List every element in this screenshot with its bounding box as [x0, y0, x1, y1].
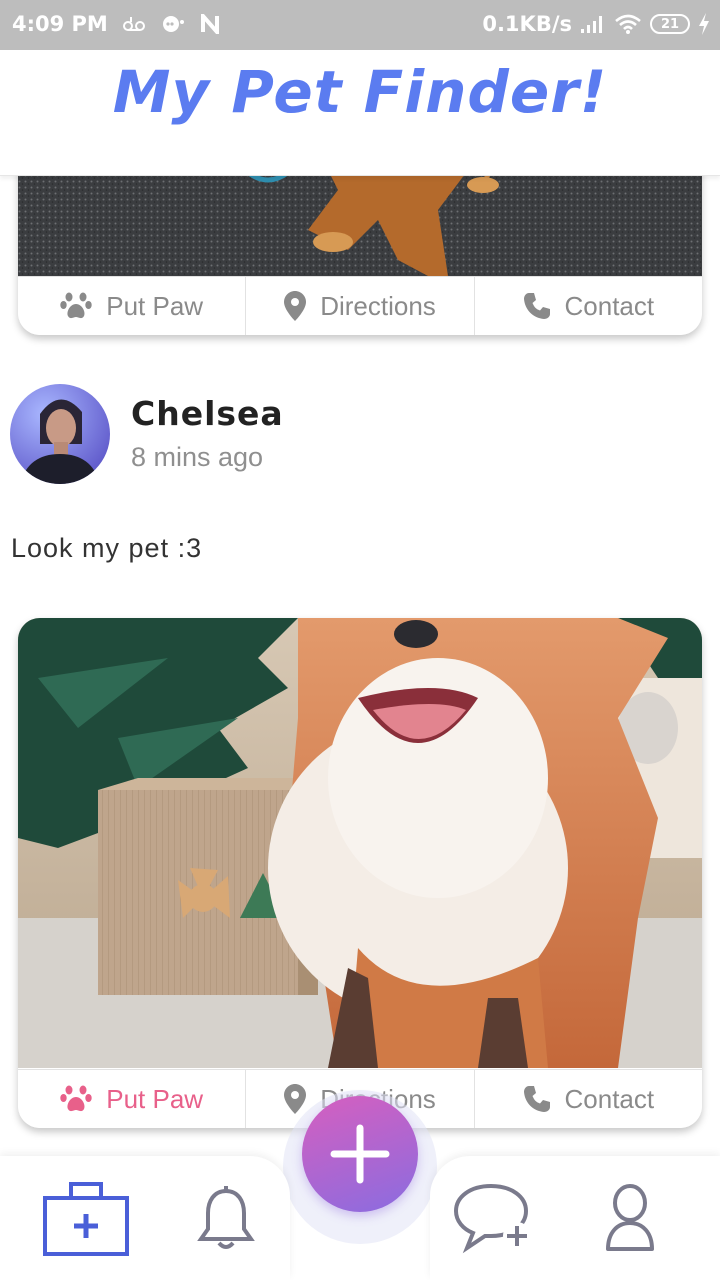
net-speed: 0.1KB/s — [482, 12, 572, 36]
bottom-nav-right — [430, 1156, 720, 1280]
profile-icon — [606, 1184, 654, 1251]
battery-level: 21 — [660, 16, 680, 32]
battery-icon: 21 — [650, 14, 690, 34]
put-paw-label: Put Paw — [106, 290, 204, 321]
voicemail-icon — [122, 15, 146, 33]
n-notification-icon — [200, 14, 220, 34]
wifi-icon — [614, 13, 642, 35]
app-title: My Pet Finder! — [112, 58, 608, 126]
paw-icon — [60, 1085, 92, 1112]
phone-icon — [523, 293, 550, 319]
app-screen: 4:09 PM 0.1KB/s 21 My Pet Finder! Put Pa… — [0, 0, 720, 1280]
nav-profile-button[interactable] — [602, 1182, 658, 1254]
contact-button[interactable]: Contact — [473, 1070, 702, 1128]
author-name[interactable]: Chelsea — [131, 394, 284, 433]
nav-pets-button[interactable] — [42, 1180, 130, 1256]
chat-bubble-icon — [160, 14, 186, 34]
status-left: 4:09 PM — [12, 12, 220, 36]
status-time: 4:09 PM — [12, 12, 108, 36]
chat-plus-icon — [453, 1183, 531, 1254]
put-paw-button[interactable]: Put Paw — [18, 277, 245, 335]
contact-label: Contact — [564, 1083, 655, 1114]
post-text: Look my pet :3 — [11, 533, 203, 563]
status-right: 0.1KB/s 21 — [482, 12, 710, 36]
pet-card-previous: Put Paw Directions Contact — [18, 150, 702, 335]
fox-photo[interactable] — [18, 618, 702, 1068]
pet-card: Put Paw Directions Contact — [18, 618, 702, 1128]
phone-icon — [523, 1086, 550, 1112]
medical-kit-icon — [43, 1182, 129, 1256]
location-pin-icon — [284, 291, 307, 321]
add-icon — [330, 1124, 390, 1184]
put-paw-button[interactable]: Put Paw — [18, 1070, 245, 1128]
paw-icon — [60, 292, 92, 319]
contact-label: Contact — [564, 290, 655, 321]
nav-notifications-button[interactable] — [196, 1184, 256, 1252]
bottom-nav-left — [0, 1156, 290, 1280]
add-post-button[interactable] — [302, 1096, 418, 1212]
bell-icon — [197, 1186, 255, 1249]
post-header: Chelsea 8 mins ago — [10, 384, 710, 484]
directions-label: Directions — [320, 290, 436, 321]
avatar[interactable] — [10, 384, 110, 484]
directions-button[interactable]: Directions — [245, 277, 473, 335]
signal-icon — [580, 14, 606, 34]
post-time: 8 mins ago — [131, 442, 264, 472]
app-bar: My Pet Finder! — [0, 50, 720, 176]
card-actions: Put Paw Directions Contact — [18, 276, 702, 335]
put-paw-label: Put Paw — [106, 1083, 204, 1114]
charging-icon — [698, 13, 710, 35]
location-pin-icon — [284, 1084, 307, 1114]
status-bar: 4:09 PM 0.1KB/s 21 — [0, 0, 720, 50]
nav-messages-button[interactable] — [452, 1182, 536, 1254]
contact-button[interactable]: Contact — [473, 277, 702, 335]
